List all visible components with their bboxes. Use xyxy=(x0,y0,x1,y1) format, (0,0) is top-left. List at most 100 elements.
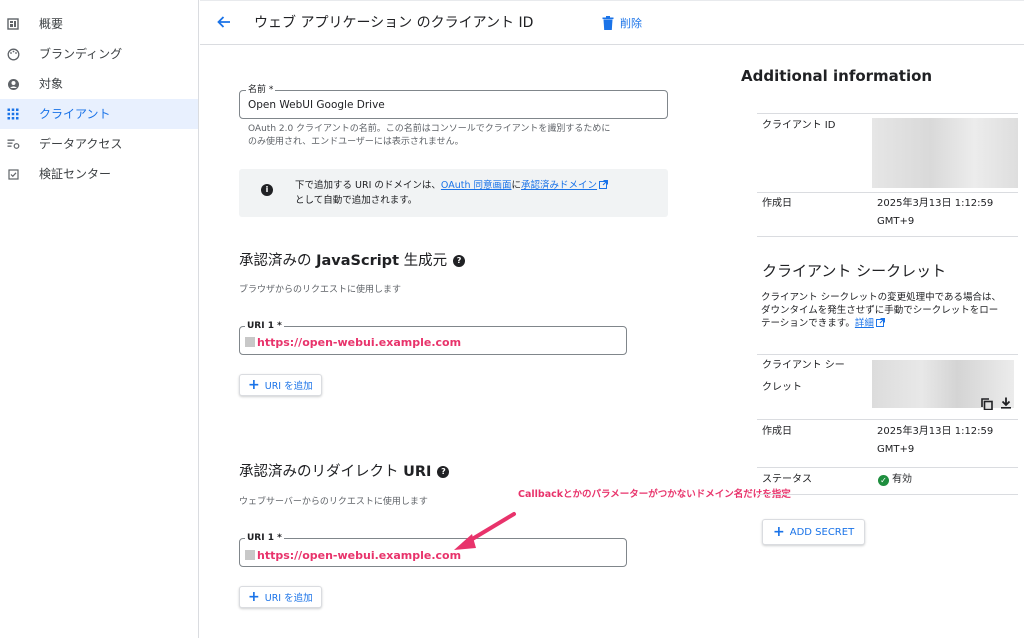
trash-icon xyxy=(602,16,614,30)
info-text-part: に xyxy=(511,180,522,191)
sidebar-item-label: クライアント xyxy=(39,107,111,121)
client-name-helper: OAuth 2.0 クライアントの名前。この名前はコンソールでクライアントを識別… xyxy=(248,123,610,149)
js-origin-uri-label: URI 1 * xyxy=(245,321,284,331)
client-id-label: クライアント ID xyxy=(762,117,835,135)
delete-button-label: 削除 xyxy=(620,17,642,30)
section-title-text: 承認済みのリダイレクト xyxy=(239,464,404,480)
sidebar-item-data-access[interactable]: データアクセス xyxy=(0,129,198,159)
divider xyxy=(757,113,1018,114)
client-id-label-text: クライアント ID xyxy=(762,120,836,131)
created-date-line: GMT+9 xyxy=(877,216,915,227)
add-js-origin-uri-button[interactable]: + URI を追加 xyxy=(239,374,322,396)
status-value: 有効 xyxy=(892,474,912,485)
info-text-part: として自動で追加されます。 xyxy=(295,195,418,206)
divider xyxy=(757,192,1018,193)
account-circle-icon xyxy=(6,77,20,91)
client-name-helper-line: のみ使用され、エンドユーザーには表示されません。 xyxy=(248,137,464,147)
status-label: ステータス xyxy=(762,474,812,485)
divider xyxy=(757,494,1018,495)
sidebar: 概要 ブランディング 対象 クライアント データアクセス 検証センター xyxy=(0,0,199,638)
sidebar-item-verification-center[interactable]: 検証センター xyxy=(0,159,198,189)
sidebar-item-label: データアクセス xyxy=(39,137,123,151)
annotation-text: Callbackとかのパラメーターがつかないドメイン名だけを指定 xyxy=(518,489,791,500)
created-date-line: 2025年3月13日 1:12:59 xyxy=(877,426,994,437)
created-date-label: 作成日 xyxy=(762,198,792,209)
blurred-prefix xyxy=(245,337,255,347)
secret-created-date-label: 作成日 xyxy=(762,426,792,437)
js-origins-title: 承認済みの JavaScript 生成元? xyxy=(239,251,466,271)
download-icon[interactable] xyxy=(1000,397,1012,409)
sidebar-item-label: ブランディング xyxy=(39,47,123,61)
sidebar-item-audience[interactable]: 対象 xyxy=(0,69,198,99)
open-in-new-icon xyxy=(875,318,885,327)
section-title-text: 生成元 xyxy=(399,253,448,269)
client-name-helper-line: OAuth 2.0 クライアントの名前。この名前はコンソールでクライアントを識別… xyxy=(248,124,611,134)
copy-icon[interactable] xyxy=(981,398,993,410)
add-redirect-uri-button[interactable]: + URI を追加 xyxy=(239,586,322,608)
page-title: ウェブ アプリケーション のクライアント ID xyxy=(254,15,534,31)
info-notice: i 下で追加する URI のドメインは、OAuth 同意画面に承認済みドメイン … xyxy=(239,169,668,217)
add-secret-button[interactable]: + ADD SECRET xyxy=(762,519,866,545)
created-date-line: GMT+9 xyxy=(877,444,915,455)
secret-desc-line: ダウンタイムを発生させずに手動でシークレットをロー xyxy=(761,305,999,316)
sidebar-item-overview[interactable]: 概要 xyxy=(0,9,198,39)
created-date-line: 2025年3月13日 1:12:59 xyxy=(877,198,994,209)
created-date-value: 2025年3月13日 1:12:59 GMT+9 xyxy=(877,195,993,231)
learn-more-link[interactable]: 詳細 xyxy=(855,318,874,329)
plus-icon: + xyxy=(248,377,260,393)
section-title-bold: JavaScript xyxy=(316,253,399,269)
plus-icon: + xyxy=(248,589,260,605)
oauth-consent-link[interactable]: OAuth 同意画面 xyxy=(441,180,512,191)
client-name-label: 名前 * xyxy=(246,85,276,95)
secret-desc-line: テーションできます。 xyxy=(761,318,855,329)
help-icon[interactable]: ? xyxy=(453,255,466,267)
redirect-uri-value: https://open-webui.example.com xyxy=(245,549,461,563)
delete-button[interactable]: 削除 xyxy=(602,15,642,31)
palette-icon xyxy=(6,47,20,61)
sidebar-item-label: 概要 xyxy=(39,17,64,31)
plus-icon: + xyxy=(773,524,785,540)
redirect-uri-label: URI 1 * xyxy=(245,533,284,543)
data-settings-icon xyxy=(6,137,20,151)
redirect-uris-helper: ウェブサーバーからのリクエストに使用します xyxy=(239,497,428,507)
redirect-uris-title: 承認済みのリダイレクト URI? xyxy=(239,462,450,482)
client-secret-title: クライアント シークレット xyxy=(762,262,947,280)
add-uri-label: URI を追加 xyxy=(264,381,313,392)
info-icon: i xyxy=(261,184,273,196)
check-circle-icon: ✓ xyxy=(878,474,889,486)
divider xyxy=(757,236,1018,237)
blurred-prefix xyxy=(245,550,255,560)
open-in-new-icon xyxy=(599,180,609,189)
section-title-bold: URI xyxy=(403,464,432,480)
redirect-uri-text: https://open-webui.example.com xyxy=(257,549,462,562)
client-secret-description: クライアント シークレットの変更処理中である場合は、 ダウンタイムを発生させずに… xyxy=(761,291,1021,330)
add-uri-label: URI を追加 xyxy=(264,593,313,604)
js-origin-uri-text: https://open-webui.example.com xyxy=(257,336,462,349)
secret-desc-line: クライアント シークレットの変更処理中である場合は、 xyxy=(761,292,1002,303)
additional-info-title: Additional information xyxy=(741,67,933,85)
sidebar-item-branding[interactable]: ブランディング xyxy=(0,39,198,69)
section-title-text: 承認済みの xyxy=(239,253,317,269)
client-secret-label: クライアント シー クレット xyxy=(762,357,845,397)
authorized-domains-link[interactable]: 承認済みドメイン xyxy=(521,180,597,191)
help-icon[interactable]: ? xyxy=(437,466,450,478)
js-origin-uri-value: https://open-webui.example.com xyxy=(245,336,461,350)
status-badge: ✓ 有効 xyxy=(878,471,912,489)
client-id-value-blurred xyxy=(872,118,1018,188)
sidebar-item-clients[interactable]: クライアント xyxy=(0,99,198,129)
sidebar-item-label: 対象 xyxy=(39,77,64,91)
arrow-back-icon[interactable] xyxy=(216,14,232,30)
add-secret-label: ADD SECRET xyxy=(789,526,855,538)
apps-grid-icon xyxy=(6,107,20,121)
page-header: ウェブ アプリケーション のクライアント ID 削除 xyxy=(200,1,1024,45)
divider xyxy=(757,354,1018,355)
annotation-arrow-icon xyxy=(454,512,516,550)
sidebar-item-label: 検証センター xyxy=(39,167,112,181)
client-secret-label-line: クレット xyxy=(762,382,802,393)
js-origins-helper: ブラウザからのリクエストに使用します xyxy=(239,285,402,295)
secret-created-date-value: 2025年3月13日 1:12:59 GMT+9 xyxy=(877,423,993,459)
client-name-value: Open WebUI Google Drive xyxy=(248,99,385,111)
check-box-icon xyxy=(6,167,20,181)
dashboard-icon xyxy=(6,17,20,31)
info-text-part: 下で追加する URI のドメインは、 xyxy=(295,180,441,191)
